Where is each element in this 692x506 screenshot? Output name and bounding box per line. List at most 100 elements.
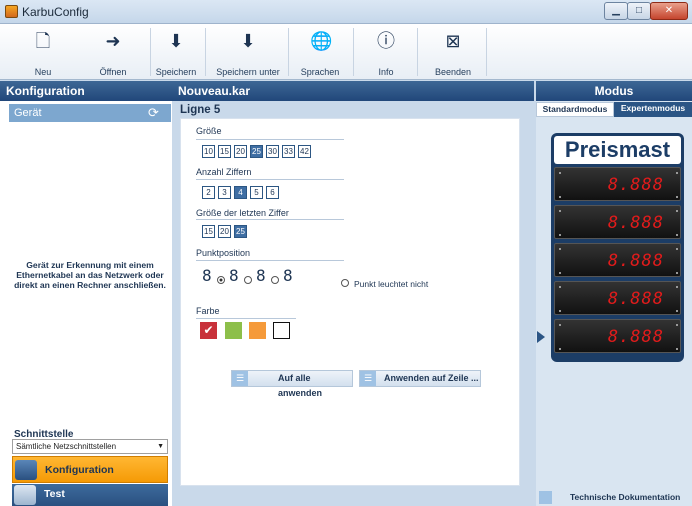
apply-all-button[interactable]: ☰ Auf alle anwenden <box>231 370 353 398</box>
digit-count-option[interactable]: 6 <box>266 186 279 199</box>
color-red-swatch[interactable]: ✔ <box>200 322 217 339</box>
device-header: Gerät <box>9 104 171 122</box>
save-label: Speichern <box>155 67 197 77</box>
nav-test[interactable]: Test <box>12 484 168 506</box>
price-line-3[interactable]: 8.888 <box>554 243 681 277</box>
rivet <box>676 348 678 350</box>
rivet <box>559 324 561 326</box>
size-option[interactable]: 25 <box>250 145 263 158</box>
rivet <box>559 286 561 288</box>
rivet <box>676 286 678 288</box>
divider <box>196 318 296 319</box>
digit-preview: 8 <box>283 266 293 285</box>
tab-standard-mode[interactable]: Standardmodus <box>536 102 614 117</box>
point-radio-3[interactable] <box>271 276 279 284</box>
digit-count-option[interactable]: 4 <box>234 186 247 199</box>
save-as-icon: ⬇ <box>240 31 256 51</box>
size-option[interactable]: 33 <box>282 145 295 158</box>
list-icon: ☰ <box>232 371 248 386</box>
mode-title: Modus <box>536 81 692 101</box>
maximize-button[interactable]: □ <box>627 2 651 20</box>
digit-count-option[interactable]: 2 <box>202 186 215 199</box>
info-icon: ⓘ <box>377 31 395 51</box>
color-white-swatch[interactable] <box>273 322 290 339</box>
interface-select[interactable]: Sämtliche Netzschnittstellen ▼ <box>12 439 168 454</box>
open-label: Öffnen <box>99 67 127 77</box>
price-line-2[interactable]: 8.888 <box>554 205 681 239</box>
rivet <box>559 272 561 274</box>
toolbar-separator <box>205 28 206 76</box>
color-label: Farbe <box>196 306 220 316</box>
app-icon <box>5 5 18 18</box>
digit-preview: 8 <box>202 266 212 285</box>
apply-all-label: Auf alle anwenden <box>278 373 323 398</box>
apply-line-button[interactable]: ☰ Anwenden auf Zeile ... <box>359 370 481 387</box>
point-radio-2[interactable] <box>244 276 252 284</box>
digit-count-option[interactable]: 3 <box>218 186 231 199</box>
point-off-label: Punkt leuchtet nicht <box>354 279 429 289</box>
languages-button[interactable]: 🌐 Sprachen <box>292 24 348 80</box>
rivet <box>559 310 561 312</box>
tab-expert-mode[interactable]: Expertenmodus <box>614 102 692 117</box>
new-file-icon: 🗋 <box>35 31 51 51</box>
size-option[interactable]: 30 <box>266 145 279 158</box>
connection-hint: Gerät zur Erkennung mit einem Ethernetka… <box>14 260 166 290</box>
rivet <box>676 172 678 174</box>
size-option[interactable]: 42 <box>298 145 311 158</box>
size-option[interactable]: 10 <box>202 145 215 158</box>
open-button[interactable]: ➜ Öffnen <box>88 24 138 80</box>
technical-documentation-label: Technische Dokumentation <box>570 492 681 502</box>
languages-label: Sprachen <box>300 67 340 77</box>
divider <box>196 260 344 261</box>
exit-button[interactable]: ⊠ Beenden <box>426 24 480 80</box>
pylon-brand: Preismast <box>554 136 681 164</box>
last-digit-label: Größe der letzten Ziffer <box>196 208 289 218</box>
price-digits: 8.888 <box>607 327 664 347</box>
rivet <box>559 196 561 198</box>
document-icon <box>539 491 552 504</box>
last-digit-size-option[interactable]: 25 <box>234 225 247 238</box>
point-off-radio[interactable] <box>341 279 349 287</box>
price-line-4[interactable]: 8.888 <box>554 281 681 315</box>
toolbar-separator <box>486 28 487 76</box>
save-as-label: Speichern unter <box>216 67 280 77</box>
test-icon <box>14 485 36 505</box>
file-name: Nouveau.kar <box>172 81 534 101</box>
last-digit-size-option[interactable]: 20 <box>218 225 231 238</box>
size-option[interactable]: 15 <box>218 145 231 158</box>
new-label: Neu <box>34 67 52 77</box>
size-option[interactable]: 20 <box>234 145 247 158</box>
color-green-swatch[interactable] <box>225 322 242 339</box>
new-button[interactable]: 🗋 Neu <box>18 24 68 80</box>
divider <box>196 139 344 140</box>
last-digit-size-option[interactable]: 15 <box>202 225 215 238</box>
price-digits: 8.888 <box>607 175 664 195</box>
list-icon: ☰ <box>360 371 376 386</box>
price-line-1[interactable]: 8.888 <box>554 167 681 201</box>
toolbar-separator <box>353 28 354 76</box>
toolbar-separator <box>150 28 151 76</box>
info-label: Info <box>378 67 394 77</box>
technical-documentation-button[interactable]: Technische Dokumentation <box>536 489 692 506</box>
price-digits: 8.888 <box>607 289 664 309</box>
rivet <box>559 172 561 174</box>
rivet <box>676 248 678 250</box>
save-as-button[interactable]: ⬇ Speichern unter <box>212 24 284 80</box>
close-button[interactable]: ✕ <box>650 2 688 20</box>
apply-line-label: Anwenden auf Zeile ... <box>384 373 479 383</box>
point-position-selector: 8 8 8 8 <box>202 268 312 286</box>
refresh-icon[interactable]: ⟳ <box>148 106 159 119</box>
info-button[interactable]: ⓘ Info <box>360 24 412 80</box>
price-line-5[interactable]: 8.888 <box>554 319 681 353</box>
color-orange-swatch[interactable] <box>249 322 266 339</box>
save-button[interactable]: ⬇ Speichern <box>153 24 199 80</box>
selected-line-marker <box>537 331 545 343</box>
nav-configuration[interactable]: Konfiguration <box>12 456 168 483</box>
digit-preview: 8 <box>229 266 239 285</box>
interface-value: Sämtliche Netzschnittstellen <box>16 442 117 451</box>
minimize-button[interactable]: ▁ <box>604 2 628 20</box>
divider <box>196 219 344 220</box>
digit-count-option[interactable]: 5 <box>250 186 263 199</box>
title-bar: KarbuConfig ▁ □ ✕ <box>0 0 692 24</box>
point-radio-1[interactable] <box>217 276 225 284</box>
